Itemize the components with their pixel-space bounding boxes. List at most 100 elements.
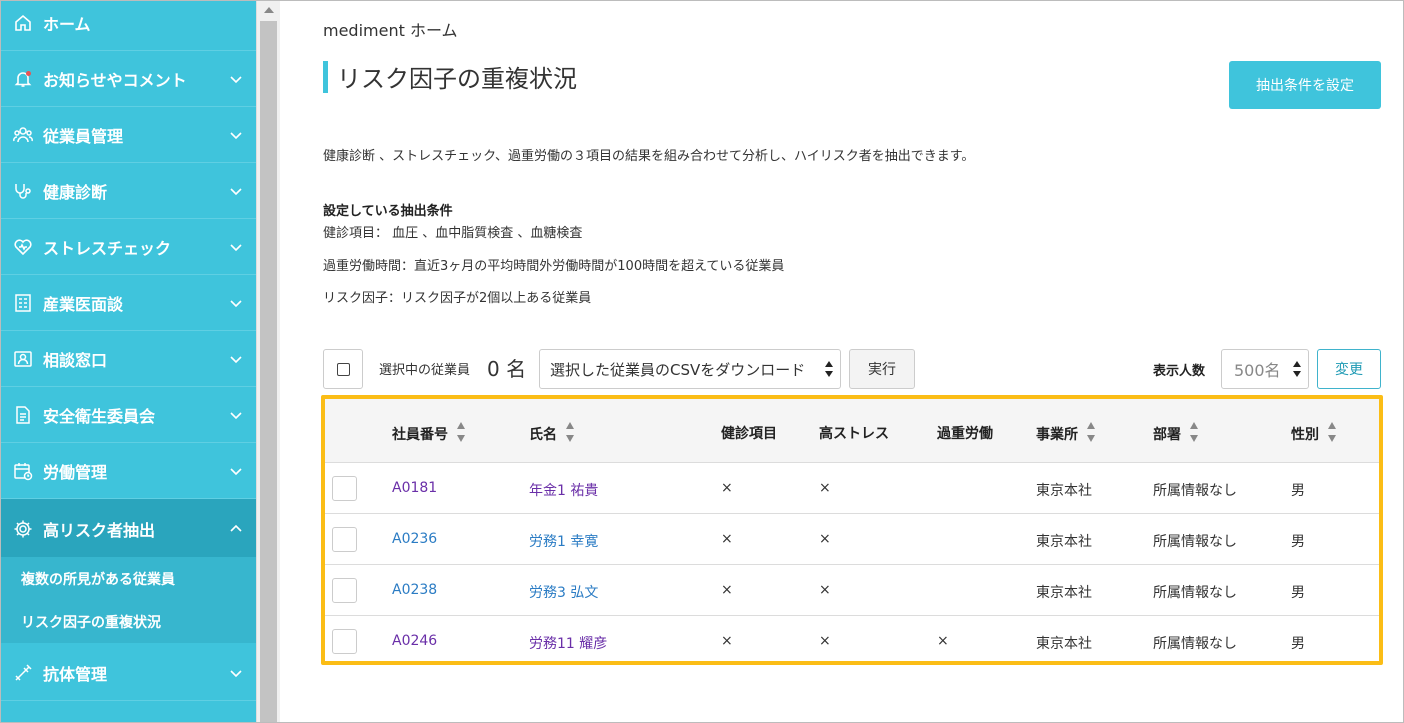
sidebar: ホーム お知らせやコメント 従業員管理 健康診断 ストレスチェック 産業医面談 … <box>1 1 256 722</box>
column-header-overtime: 過重労働 <box>937 426 993 442</box>
sidebar-item-label: ホーム <box>43 14 91 34</box>
condition-checkup-items: 健診項目： 血圧 、血中脂質検査 、血糖検査 <box>323 226 583 241</box>
per-page-label: 表示人数 <box>1153 364 1206 379</box>
column-header-office[interactable]: 事業所 <box>1036 422 1096 445</box>
cell-checkup: × <box>721 531 733 547</box>
building-icon <box>11 291 35 315</box>
sidebar-item-label: 相談窓口 <box>43 350 108 370</box>
sidebar-item-label: 労働管理 <box>43 462 108 482</box>
contact-icon <box>11 347 35 371</box>
employee-name-link[interactable]: 労務11 耀彦 <box>529 633 607 653</box>
column-header-gender[interactable]: 性別 <box>1291 422 1337 445</box>
select-updown-icon <box>1293 361 1301 377</box>
sort-icon[interactable] <box>565 419 575 445</box>
per-page-select[interactable]: 500名 <box>1221 349 1309 389</box>
cell-department: 所属情報なし <box>1153 636 1237 652</box>
sort-icon[interactable] <box>1327 419 1337 445</box>
selected-count: 0 名 <box>487 357 527 381</box>
cell-checkup: × <box>721 633 733 649</box>
sidebar-subitem-multiple-findings[interactable]: 複数の所見がある従業員 <box>1 557 256 600</box>
chevron-down-icon <box>230 669 242 677</box>
cell-overtime: × <box>937 633 949 649</box>
breadcrumb[interactable]: mediment ホーム <box>323 17 457 41</box>
checkbox-box <box>336 362 350 376</box>
sidebar-item-label: 安全衛生委員会 <box>43 406 156 426</box>
row-checkbox[interactable] <box>332 629 357 654</box>
sidebar-subitem-risk-factor-overlap[interactable]: リスク因子の重複状況 <box>1 600 256 643</box>
sidebar-item-label: お知らせやコメント <box>43 70 187 90</box>
sidebar-item-doctor-interview[interactable]: 産業医面談 <box>1 275 256 331</box>
set-filter-button[interactable]: 抽出条件を設定 <box>1229 61 1381 109</box>
sidebar-item-health-checkup[interactable]: 健康診断 <box>1 163 256 219</box>
page-title: リスク因子の重複状況 <box>337 65 577 93</box>
employee-id-link[interactable]: A0181 <box>392 480 437 496</box>
select-updown-icon <box>825 361 833 377</box>
gear-icon <box>11 517 35 541</box>
sort-icon[interactable] <box>456 419 466 445</box>
cell-checkup: × <box>721 582 733 598</box>
row-checkbox[interactable] <box>332 476 357 501</box>
cell-gender: 男 <box>1291 636 1305 652</box>
column-header-department[interactable]: 部署 <box>1153 422 1199 445</box>
sidebar-item-label: 健康診断 <box>43 182 108 202</box>
scroll-thumb[interactable] <box>260 21 277 722</box>
sidebar-item-safety-committee[interactable]: 安全衛生委員会 <box>1 387 256 443</box>
csv-action-select[interactable]: 選択した従業員のCSVをダウンロード <box>539 349 841 389</box>
sidebar-scrollbar[interactable] <box>256 1 281 722</box>
change-button[interactable]: 変更 <box>1317 349 1381 389</box>
row-checkbox[interactable] <box>332 527 357 552</box>
sidebar-item-label: 抗体管理 <box>43 664 108 684</box>
run-button[interactable]: 実行 <box>849 349 915 389</box>
sort-icon[interactable] <box>1189 419 1199 445</box>
employee-name-link[interactable]: 労務3 弘文 <box>529 582 598 602</box>
cell-department: 所属情報なし <box>1153 585 1237 601</box>
employee-name-link[interactable]: 年金1 祐貴 <box>529 480 598 500</box>
chevron-down-icon <box>230 467 242 475</box>
chevron-down-icon <box>230 355 242 363</box>
sidebar-item-employees[interactable]: 従業員管理 <box>1 107 256 163</box>
conditions-heading: 設定している抽出条件 <box>323 204 453 219</box>
home-icon <box>11 11 35 35</box>
results-table: 社員番号 氏名 健診項目 高ストレス 過重労働 事業所 部署 性別 A0181 … <box>321 395 1383 665</box>
chevron-down-icon <box>230 75 242 83</box>
sidebar-item-antibody[interactable]: 抗体管理 <box>1 645 256 701</box>
employee-id-link[interactable]: A0236 <box>392 531 437 547</box>
cell-office: 東京本社 <box>1036 585 1092 601</box>
sidebar-item-labor-management[interactable]: 労働管理 <box>1 443 256 499</box>
cell-stress: × <box>819 633 831 649</box>
selected-employees-label: 選択中の従業員 <box>379 363 471 378</box>
sidebar-item-high-risk[interactable]: 高リスク者抽出 <box>1 499 256 559</box>
main-content: mediment ホーム リスク因子の重複状況 抽出条件を設定 健康診断 、スト… <box>281 1 1403 722</box>
per-page-selected-option: 500名 <box>1234 361 1281 380</box>
select-all-checkbox[interactable] <box>323 349 363 389</box>
employee-id-link[interactable]: A0246 <box>392 633 437 649</box>
row-checkbox[interactable] <box>332 578 357 603</box>
sidebar-item-consultation[interactable]: 相談窓口 <box>1 331 256 387</box>
chevron-down-icon <box>230 131 242 139</box>
cell-gender: 男 <box>1291 585 1305 601</box>
cell-department: 所属情報なし <box>1153 483 1237 499</box>
app-window: ホーム お知らせやコメント 従業員管理 健康診断 ストレスチェック 産業医面談 … <box>0 0 1404 723</box>
sidebar-item-label: 産業医面談 <box>43 294 124 314</box>
syringe-icon <box>11 661 35 685</box>
employee-id-link[interactable]: A0238 <box>392 582 437 598</box>
title-accent-bar <box>323 61 328 93</box>
column-header-employee-id[interactable]: 社員番号 <box>392 422 466 445</box>
page-description: 健康診断 、ストレスチェック、過重労働の３項目の結果を組み合わせて分析し、ハイリ… <box>323 149 975 164</box>
sidebar-item-notices[interactable]: お知らせやコメント <box>1 51 256 107</box>
sidebar-item-stress-check[interactable]: ストレスチェック <box>1 219 256 275</box>
scroll-up-arrow-icon[interactable] <box>257 1 281 19</box>
cell-checkup: × <box>721 480 733 496</box>
sort-icon[interactable] <box>1086 419 1096 445</box>
heart-icon <box>11 235 35 259</box>
bell-icon <box>11 67 35 91</box>
cell-gender: 男 <box>1291 534 1305 550</box>
chevron-up-icon <box>230 524 242 532</box>
cell-office: 東京本社 <box>1036 534 1092 550</box>
sidebar-item-partial[interactable] <box>1 701 256 722</box>
table-row: A0181 年金1 祐貴 × × 東京本社 所属情報なし 男 <box>325 463 1379 514</box>
column-header-name[interactable]: 氏名 <box>529 422 575 445</box>
column-header-checkup-items: 健診項目 <box>721 426 777 442</box>
employee-name-link[interactable]: 労務1 幸寛 <box>529 531 598 551</box>
sidebar-item-home[interactable]: ホーム <box>1 1 256 51</box>
